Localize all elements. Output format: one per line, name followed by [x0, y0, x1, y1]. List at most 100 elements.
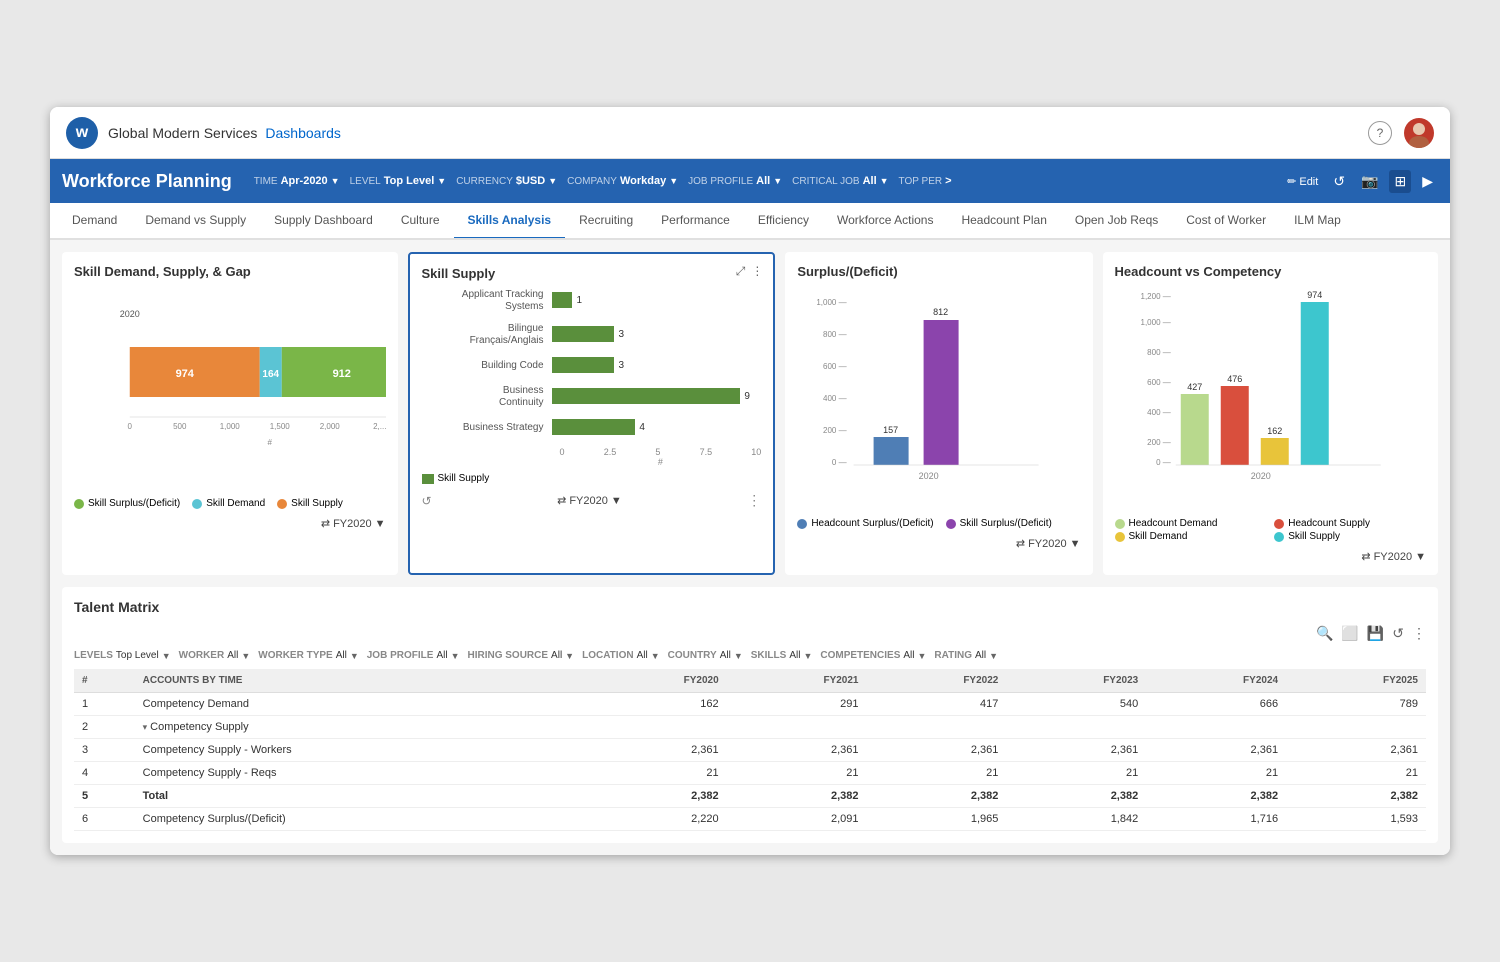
legend-color-skill-surplus: [946, 519, 956, 529]
tab-recruiting[interactable]: Recruiting: [565, 203, 647, 240]
chart-headcount-competency: Headcount vs Competency 1,200 — 1,000 — …: [1103, 252, 1439, 575]
svg-text:164: 164: [262, 369, 279, 380]
svg-text:427: 427: [1187, 382, 1202, 392]
chart1-fy-selector[interactable]: ⇄ FY2020 ▼: [321, 517, 386, 530]
chart2-refresh[interactable]: ↺: [422, 494, 432, 508]
talent-toolbar: 🔍 ⬜ 💾 ↺ ⋮: [74, 625, 1426, 642]
chart3-svg: 1,000 — 800 — 600 — 400 — 200 — 0 — 157 …: [797, 287, 1080, 507]
chart2-more[interactable]: ⋮: [747, 492, 761, 509]
tab-headcount-plan[interactable]: Headcount Plan: [947, 203, 1060, 240]
svg-text:1,200 —: 1,200 —: [1140, 292, 1170, 301]
svg-text:1,000 —: 1,000 —: [817, 298, 847, 307]
legend-skill-supply: Skill Supply: [277, 498, 343, 509]
chart1-title: Skill Demand, Supply, & Gap: [74, 264, 386, 279]
header-bar: Workforce Planning TIME Apr-2020 ▼ LEVEL…: [50, 159, 1450, 203]
edit-button[interactable]: ✏ Edit: [1283, 173, 1322, 190]
chart-skill-supply: Skill Supply ⤢ ⋮ Applicant TrackingSyste…: [408, 252, 776, 575]
svg-text:2020: 2020: [919, 471, 939, 481]
legend-skill-surplus: Skill Surplus/(Deficit): [74, 498, 180, 509]
filter-worker[interactable]: WORKER All ▼: [179, 650, 251, 661]
top-bar-right: ?: [1368, 118, 1434, 148]
tab-efficiency[interactable]: Efficiency: [744, 203, 823, 240]
expand-icon[interactable]: ⤢: [736, 264, 746, 279]
svg-text:#: #: [268, 438, 273, 447]
filter-hiring-source[interactable]: HIRING SOURCE All ▼: [467, 650, 574, 661]
filter-critical-job[interactable]: CRITICAL JOB All ▼: [792, 175, 888, 187]
svg-text:200 —: 200 —: [823, 426, 847, 435]
chart-skill-demand-supply-gap: Skill Demand, Supply, & Gap 2020 974 164…: [62, 252, 398, 575]
tab-demand-vs-supply[interactable]: Demand vs Supply: [131, 203, 260, 240]
chart4-fy-selector[interactable]: ⇄ FY2020 ▼: [1361, 550, 1426, 563]
filter-rating[interactable]: RATING All ▼: [934, 650, 998, 661]
svg-text:476: 476: [1227, 374, 1242, 384]
svg-text:1,000: 1,000: [220, 422, 241, 431]
filter-job-profile-table[interactable]: JOB PROFILE All ▼: [367, 650, 460, 661]
chart3-legend: Headcount Surplus/(Deficit) Skill Surplu…: [797, 518, 1080, 529]
table-row: 6 Competency Surplus/(Deficit) 2,220 2,0…: [74, 808, 1426, 831]
legend-hc-supply: Headcount Supply: [1274, 518, 1426, 529]
legend-color-hc-surplus: [797, 519, 807, 529]
col-fy2024: FY2024: [1146, 669, 1286, 693]
filter-skills[interactable]: SKILLS All ▼: [751, 650, 813, 661]
talent-table: # ACCOUNTS BY TIME FY2020 FY2021 FY2022 …: [74, 669, 1426, 831]
svg-text:974: 974: [1307, 290, 1322, 300]
col-fy2023: FY2023: [1006, 669, 1146, 693]
export-icon[interactable]: ⬜: [1341, 625, 1358, 642]
dashboards-link[interactable]: Dashboards: [265, 125, 341, 141]
tab-workforce-actions[interactable]: Workforce Actions: [823, 203, 947, 240]
svg-text:0: 0: [128, 422, 133, 431]
tab-culture[interactable]: Culture: [387, 203, 454, 240]
filter-time[interactable]: TIME Apr-2020 ▼: [254, 175, 340, 187]
legend-color-sk-demand: [1115, 532, 1125, 542]
svg-text:812: 812: [933, 307, 948, 317]
tab-ilm-map[interactable]: ILM Map: [1280, 203, 1355, 240]
filter-competencies[interactable]: COMPETENCIES All ▼: [820, 650, 926, 661]
filter-company[interactable]: COMPANY Workday ▼: [567, 175, 678, 187]
filter-worker-type[interactable]: WORKER TYPE All ▼: [258, 650, 359, 661]
tab-skills-analysis[interactable]: Skills Analysis: [454, 203, 566, 240]
skill-row-2: BilingueFrançais/Anglais 3: [422, 323, 762, 347]
col-fy2021: FY2021: [727, 669, 867, 693]
tab-supply-dashboard[interactable]: Supply Dashboard: [260, 203, 387, 240]
svg-text:1,000 —: 1,000 —: [1140, 318, 1170, 327]
refresh-icon[interactable]: ↺: [1392, 625, 1404, 642]
filter-job-profile[interactable]: JOB PROFILE All ▼: [688, 175, 782, 187]
legend-color-supply2: [422, 474, 434, 484]
tab-demand[interactable]: Demand: [58, 203, 131, 240]
tab-performance[interactable]: Performance: [647, 203, 744, 240]
chart2-legend: Skill Supply: [422, 473, 762, 484]
col-fy2022: FY2022: [867, 669, 1007, 693]
chart2-fy-selector[interactable]: ⇄ FY2020 ▼: [557, 494, 622, 507]
chart2-x-axis: 02.557.510: [422, 447, 762, 457]
help-icon[interactable]: ?: [1368, 121, 1392, 145]
filter-currency[interactable]: CURRENCY $USD ▼: [456, 175, 557, 187]
nav-tabs: Demand Demand vs Supply Supply Dashboard…: [50, 203, 1450, 240]
filter-levels[interactable]: LEVELS Top Level ▼: [74, 650, 171, 661]
more-icon[interactable]: ⋮: [751, 264, 763, 279]
legend-sk-supply: Skill Supply: [1274, 531, 1426, 542]
top-bar: w Global Modern Services Dashboards ?: [50, 107, 1450, 159]
filter-level[interactable]: LEVEL Top Level ▼: [350, 175, 447, 187]
screenshot-button[interactable]: 📷: [1356, 170, 1383, 193]
main-content: Skill Demand, Supply, & Gap 2020 974 164…: [50, 240, 1450, 855]
svg-text:500: 500: [173, 422, 187, 431]
legend-skill-surplus2: Skill Surplus/(Deficit): [946, 518, 1052, 529]
chart3-fy-selector[interactable]: ⇄ FY2020 ▼: [1016, 537, 1081, 550]
more-icon[interactable]: ⋮: [1412, 625, 1426, 642]
chart4-footer: ⇄ FY2020 ▼: [1115, 550, 1427, 563]
tab-open-job-reqs[interactable]: Open Job Reqs: [1061, 203, 1172, 240]
chart1-svg: 2020 974 164 912 0 500: [74, 287, 386, 487]
tab-cost-of-worker[interactable]: Cost of Worker: [1172, 203, 1280, 240]
filter-location[interactable]: LOCATION All ▼: [582, 650, 660, 661]
refresh-button[interactable]: ↺: [1328, 170, 1350, 193]
filter-top-per[interactable]: TOP PER >: [899, 175, 952, 187]
filter-country[interactable]: COUNTRY All ▼: [668, 650, 743, 661]
grid-view-button[interactable]: ⊞: [1389, 170, 1411, 193]
search-icon[interactable]: 🔍: [1316, 625, 1333, 642]
svg-text:2,...: 2,...: [373, 422, 385, 431]
svg-text:157: 157: [883, 425, 898, 435]
video-button[interactable]: ▶: [1417, 170, 1438, 193]
save-icon[interactable]: 💾: [1367, 625, 1384, 642]
legend-sk-demand: Skill Demand: [1115, 531, 1267, 542]
svg-text:2020: 2020: [120, 309, 140, 319]
